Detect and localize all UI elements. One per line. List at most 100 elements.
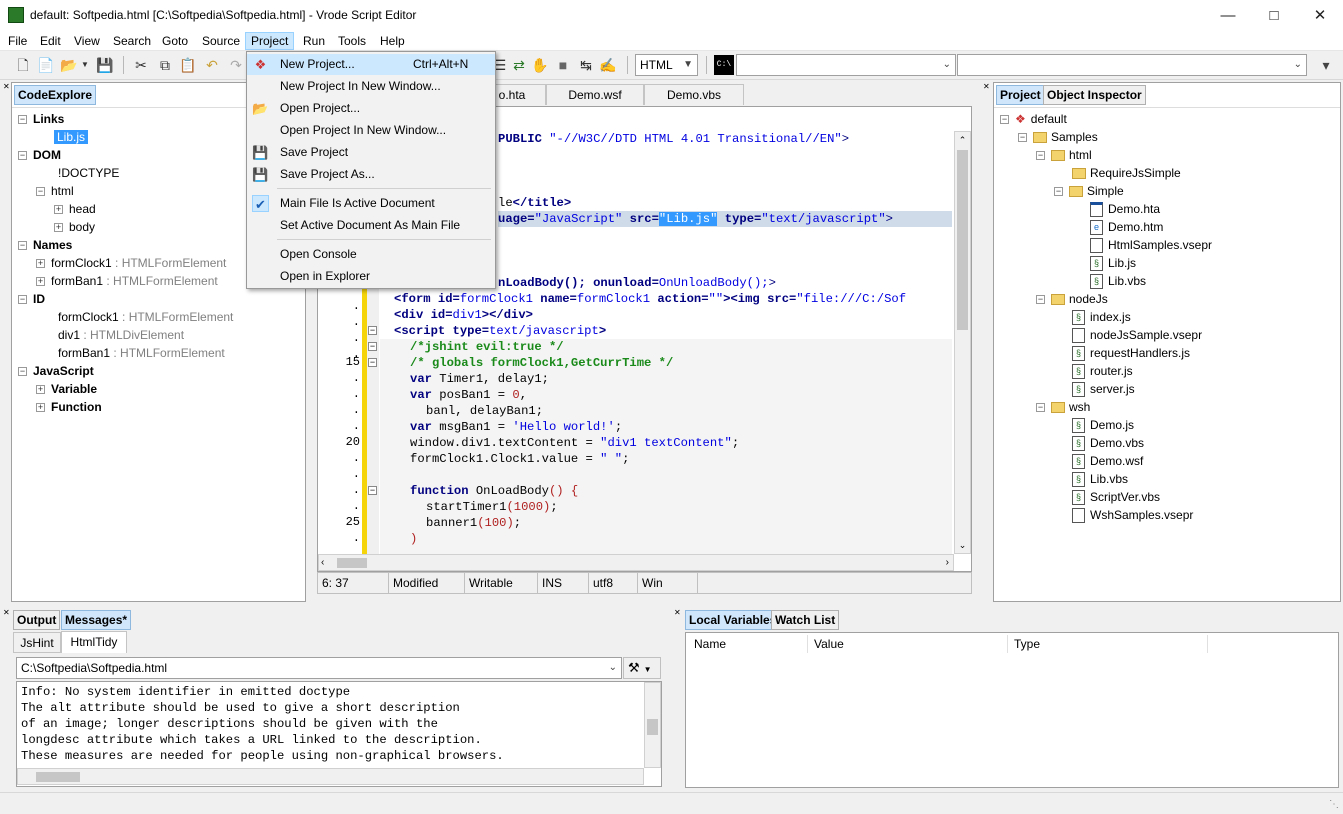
tree-node[interactable]: § router.js bbox=[1072, 362, 1133, 380]
toolbar-options-icon[interactable]: ▾ bbox=[1316, 55, 1336, 75]
language-select[interactable]: HTML ▼ bbox=[635, 54, 698, 76]
panel-close-icon[interactable]: ✕ bbox=[983, 83, 991, 91]
undo-icon[interactable]: ↶ bbox=[202, 55, 222, 75]
menu-item-save-project[interactable]: 💾 Save Project bbox=[247, 142, 495, 163]
menu-item-new-project-window[interactable]: New Project In New Window... bbox=[247, 76, 495, 97]
menu-edit[interactable]: Edit bbox=[35, 32, 66, 50]
messages-vscrollbar[interactable] bbox=[644, 682, 661, 768]
subtab-htmltidy[interactable]: HtmlTidy bbox=[61, 631, 127, 653]
column-value[interactable]: Value bbox=[808, 635, 1008, 653]
args-combo[interactable]: ⌄ bbox=[957, 54, 1307, 76]
tree-node[interactable]: + Function bbox=[36, 398, 102, 416]
tree-node[interactable]: + formBan1 : HTMLFormElement bbox=[36, 272, 218, 290]
tree-node[interactable]: − wsh bbox=[1036, 398, 1090, 416]
tree-node[interactable]: !DOCTYPE bbox=[58, 164, 119, 182]
console-icon[interactable]: C:\ bbox=[714, 55, 734, 75]
tree-node[interactable]: Lib.js bbox=[54, 128, 89, 146]
fold-marker-icon[interactable]: − bbox=[368, 358, 377, 367]
menu-item-set-main-file[interactable]: Set Active Document As Main File bbox=[247, 215, 495, 236]
breakpoint-icon[interactable]: ↹ bbox=[576, 55, 596, 75]
tab-watch-list[interactable]: Watch List bbox=[771, 610, 840, 630]
tree-node[interactable]: − html bbox=[36, 182, 74, 200]
tab-output[interactable]: Output bbox=[13, 610, 61, 630]
close-icon[interactable]: ✕ bbox=[1297, 0, 1343, 31]
tree-node[interactable]: RequireJsSimple bbox=[1072, 164, 1181, 182]
menu-run[interactable]: Run bbox=[298, 32, 330, 50]
tree-node[interactable]: − ID bbox=[18, 290, 45, 308]
editor-tab-demo-wsf[interactable]: Demo.wsf bbox=[546, 84, 644, 105]
tree-node[interactable]: − nodeJs bbox=[1036, 290, 1108, 308]
collapse-icon[interactable]: − bbox=[18, 241, 27, 251]
open-dropdown-icon[interactable]: ▼ bbox=[79, 55, 91, 75]
clear-icon[interactable]: ✍ bbox=[598, 55, 618, 75]
tree-node[interactable]: − JavaScript bbox=[18, 362, 94, 380]
editor-hscrollbar[interactable]: ‹ › bbox=[318, 554, 954, 571]
new-template-icon[interactable]: 📄 bbox=[36, 55, 56, 75]
column-type[interactable]: Type bbox=[1008, 635, 1208, 653]
open-folder-icon[interactable]: 📂 bbox=[59, 55, 79, 75]
resize-grip-icon[interactable]: ⋱ bbox=[1329, 799, 1339, 810]
scroll-right-icon[interactable]: › bbox=[946, 555, 949, 570]
file-select[interactable]: C:\Softpedia\Softpedia.html ⌄ bbox=[16, 657, 622, 679]
tab-local-variables[interactable]: Local Variables bbox=[685, 610, 781, 630]
tab-object-inspector[interactable]: Object Inspector bbox=[1043, 85, 1146, 105]
tree-node[interactable]: − html bbox=[1036, 146, 1092, 164]
tree-node[interactable]: − Simple bbox=[1054, 182, 1124, 200]
tree-node[interactable]: − ❖ default bbox=[1000, 110, 1067, 128]
tree-node[interactable]: HtmlSamples.vsepr bbox=[1090, 236, 1212, 254]
tree-node[interactable]: + Variable bbox=[36, 380, 97, 398]
tree-node[interactable]: § Demo.wsf bbox=[1072, 452, 1143, 470]
collapse-icon[interactable]: − bbox=[18, 151, 27, 161]
tree-node[interactable]: § server.js bbox=[1072, 380, 1135, 398]
menu-help[interactable]: Help bbox=[375, 32, 410, 50]
menu-item-open-project-window[interactable]: Open Project In New Window... bbox=[247, 120, 495, 141]
cut-icon[interactable]: ✂ bbox=[131, 55, 151, 75]
tab-messages[interactable]: Messages* bbox=[61, 610, 132, 630]
collapse-icon[interactable]: − bbox=[1036, 295, 1045, 305]
scroll-thumb[interactable] bbox=[957, 150, 968, 330]
tree-node[interactable]: − DOM bbox=[18, 146, 61, 164]
minimize-icon[interactable]: — bbox=[1205, 0, 1251, 31]
tree-node[interactable]: § Demo.js bbox=[1072, 416, 1134, 434]
menu-item-save-project-as[interactable]: 💾 Save Project As... bbox=[247, 164, 495, 185]
menu-file[interactable]: File bbox=[3, 32, 32, 50]
collapse-icon[interactable]: − bbox=[1054, 187, 1063, 197]
tree-node[interactable]: WshSamples.vsepr bbox=[1072, 506, 1193, 524]
save-icon[interactable]: 💾 bbox=[95, 55, 115, 75]
panel-close-icon[interactable]: ✕ bbox=[3, 83, 11, 91]
scroll-thumb[interactable] bbox=[337, 558, 367, 568]
expand-icon[interactable]: + bbox=[36, 385, 45, 395]
menu-item-main-file-active[interactable]: ✔ Main File Is Active Document bbox=[247, 193, 495, 214]
editor-tab-demo-vbs[interactable]: Demo.vbs bbox=[644, 84, 744, 105]
expand-icon[interactable]: + bbox=[54, 223, 63, 233]
tidy-options-button[interactable]: ⚒ ▼ bbox=[623, 657, 661, 679]
menu-item-open-project[interactable]: 📂 Open Project... bbox=[247, 98, 495, 119]
paste-icon[interactable]: 📋 bbox=[178, 55, 198, 75]
collapse-icon[interactable]: − bbox=[36, 187, 45, 197]
scroll-left-icon[interactable]: ‹ bbox=[321, 555, 324, 570]
stop-icon[interactable]: ■ bbox=[553, 55, 573, 75]
messages-hscrollbar[interactable] bbox=[17, 768, 644, 785]
expand-icon[interactable]: + bbox=[54, 205, 63, 215]
scroll-up-icon[interactable]: ⌃ bbox=[955, 132, 970, 148]
tree-node[interactable]: nodeJsSample.vsepr bbox=[1072, 326, 1202, 344]
step-icon[interactable]: ⇄ bbox=[509, 55, 529, 75]
messages-area[interactable]: Info: No system identifier in emitted do… bbox=[16, 681, 662, 787]
collapse-icon[interactable]: − bbox=[1018, 133, 1027, 143]
tab-codeexplore[interactable]: CodeExplore bbox=[14, 85, 97, 105]
hand-icon[interactable]: ✋ bbox=[530, 55, 550, 75]
tree-node[interactable]: Demo.hta bbox=[1090, 200, 1160, 218]
tree-node[interactable]: − Links bbox=[18, 110, 64, 128]
scroll-down-icon[interactable]: ⌄ bbox=[955, 537, 970, 553]
collapse-icon[interactable]: − bbox=[18, 115, 27, 125]
tree-node[interactable]: formClock1 : HTMLFormElement bbox=[58, 308, 233, 326]
menu-item-new-project[interactable]: ❖ New Project... Ctrl+Alt+N bbox=[247, 54, 495, 75]
expand-icon[interactable]: + bbox=[36, 277, 45, 287]
collapse-icon[interactable]: − bbox=[18, 367, 27, 377]
menu-project[interactable]: Project bbox=[245, 32, 295, 50]
menu-tools[interactable]: Tools bbox=[333, 32, 371, 50]
tree-node[interactable]: − Samples bbox=[1018, 128, 1098, 146]
fold-marker-icon[interactable]: − bbox=[368, 486, 377, 495]
copy-icon[interactable]: ⧉ bbox=[155, 55, 175, 75]
collapse-icon[interactable]: − bbox=[1000, 115, 1009, 125]
